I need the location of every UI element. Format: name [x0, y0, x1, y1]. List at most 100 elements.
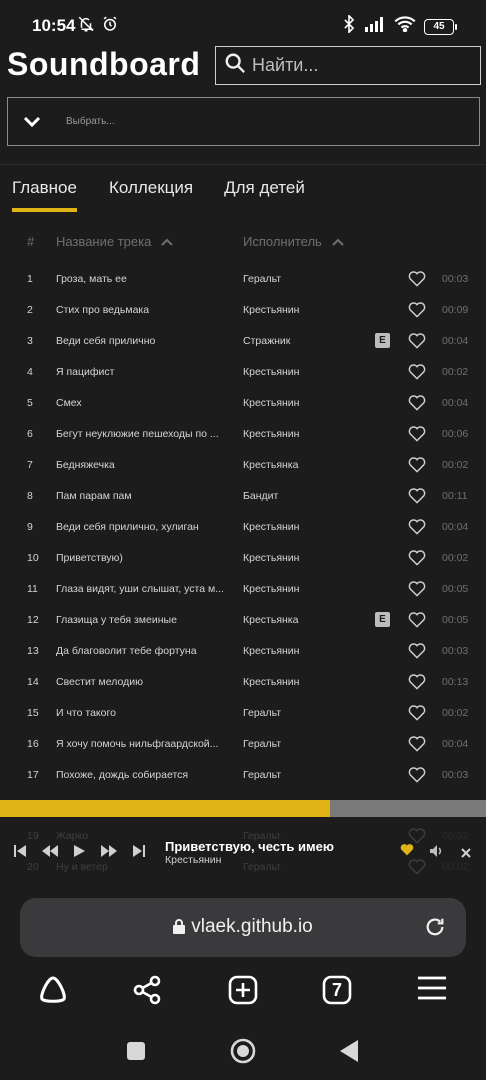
- track-artist: Крестьянин: [243, 552, 300, 564]
- search-icon: [224, 52, 246, 79]
- skip-previous-icon[interactable]: [14, 844, 26, 862]
- column-artist[interactable]: Исполнитель: [243, 234, 344, 249]
- heart-outline-icon[interactable]: [408, 394, 426, 414]
- heart-outline-icon[interactable]: [408, 766, 426, 786]
- heart-outline-icon[interactable]: [408, 549, 426, 569]
- share-icon[interactable]: [132, 975, 162, 1010]
- playback-progress[interactable]: [0, 800, 486, 817]
- track-row[interactable]: 11 Глаза видят, уши слышат, уста м... Крес…: [0, 574, 486, 605]
- track-row[interactable]: 13 Да благоволит тебе фортуна Крестьянин 00…: [0, 636, 486, 667]
- track-row[interactable]: 10 Приветствую) Крестьянин 00:02: [0, 543, 486, 574]
- heart-outline-icon[interactable]: [408, 301, 426, 321]
- track-title: Похоже, дождь собирается: [56, 769, 189, 781]
- track-artist: Крестьянин: [243, 583, 300, 595]
- heart-outline-icon[interactable]: [408, 642, 426, 662]
- track-title: И что такого: [56, 707, 116, 719]
- heart-outline-icon[interactable]: [408, 425, 426, 445]
- fast-forward-icon[interactable]: [101, 844, 117, 862]
- heart-outline-icon[interactable]: [408, 611, 426, 631]
- back-icon[interactable]: [340, 1040, 358, 1067]
- play-icon[interactable]: [74, 844, 85, 862]
- explicit-badge: E: [375, 612, 390, 627]
- track-number: 14: [27, 676, 39, 688]
- track-row[interactable]: 16 Я хочу помочь нильфгаардской... Геральт…: [0, 729, 486, 760]
- heart-outline-icon[interactable]: [408, 518, 426, 538]
- heart-outline-icon[interactable]: [408, 704, 426, 724]
- wifi-icon: [394, 16, 416, 37]
- track-row[interactable]: 12 Глазища у тебя змеиные Крестьянка E 00:05: [0, 605, 486, 636]
- track-title: Гроза, мать ее: [56, 273, 127, 285]
- tab-collection[interactable]: Коллекция: [109, 178, 193, 212]
- track-title: Да благоволит тебе фортуна: [56, 645, 197, 657]
- track-duration: 00:03: [442, 645, 469, 657]
- track-row[interactable]: 6 Бегут неуклюжие пешеходы по ... Крестьян…: [0, 419, 486, 450]
- heart-outline-icon[interactable]: [408, 580, 426, 600]
- track-duration: 00:03: [442, 273, 469, 285]
- skip-next-icon[interactable]: [133, 844, 145, 862]
- track-number: 15: [27, 707, 39, 719]
- track-number: 13: [27, 645, 39, 657]
- track-row[interactable]: 4 Я пацифист Крестьянин 00:02: [0, 357, 486, 388]
- alice-icon[interactable]: [38, 975, 68, 1008]
- track-row[interactable]: 1 Гроза, мать ее Геральт 00:03: [0, 264, 486, 295]
- track-artist: Крестьянка: [243, 459, 299, 471]
- track-row[interactable]: 5 Смех Крестьянин 00:04: [0, 388, 486, 419]
- track-title: Приветствую): [56, 552, 123, 564]
- track-duration: 00:04: [442, 335, 469, 347]
- heart-outline-icon[interactable]: [408, 270, 426, 290]
- new-tab-icon[interactable]: [228, 975, 258, 1010]
- heart-outline-icon[interactable]: [408, 673, 426, 693]
- track-number: 11: [27, 583, 38, 595]
- track-number: 5: [27, 397, 33, 409]
- track-duration: 00:02: [442, 459, 469, 471]
- explicit-badge: E: [375, 333, 390, 348]
- now-playing-title: Приветствую, честь имею: [165, 839, 334, 854]
- track-artist: Геральт: [243, 273, 282, 285]
- rewind-icon[interactable]: [42, 844, 58, 862]
- track-artist: Крестьянин: [243, 521, 300, 533]
- track-number: 1: [27, 273, 33, 285]
- signal-icon: [364, 16, 386, 37]
- track-row[interactable]: 15 И что такого Геральт 00:02: [0, 698, 486, 729]
- heart-outline-icon[interactable]: [408, 332, 426, 352]
- recents-icon[interactable]: [127, 1042, 145, 1065]
- reload-icon[interactable]: [424, 916, 446, 943]
- track-artist: Крестьянин: [243, 304, 300, 316]
- search-input[interactable]: [252, 55, 472, 76]
- track-row[interactable]: 2 Стих про ведьмака Крестьянин 00:09: [0, 295, 486, 326]
- heart-outline-icon[interactable]: [408, 456, 426, 476]
- volume-icon[interactable]: [430, 844, 444, 862]
- lock-icon: [173, 918, 186, 940]
- menu-icon[interactable]: [417, 975, 447, 1006]
- status-time: 10:54: [32, 16, 76, 35]
- track-number: 8: [27, 490, 33, 502]
- tab-main[interactable]: Главное: [12, 178, 77, 212]
- track-artist: Геральт: [243, 738, 282, 750]
- column-title[interactable]: Название трека: [56, 234, 174, 249]
- track-row[interactable]: 9 Веди себя прилично, хулиган Крестьянин 00…: [0, 512, 486, 543]
- heart-outline-icon[interactable]: [408, 487, 426, 507]
- track-row[interactable]: 3 Веди себя прилично Стражник E 00:04: [0, 326, 486, 357]
- table-header: # Название трека Исполнитель: [0, 234, 486, 252]
- track-artist: Крестьянин: [243, 645, 300, 657]
- heart-filled-icon[interactable]: [400, 843, 414, 861]
- address-bar[interactable]: vlaek.github.io: [20, 898, 466, 957]
- home-icon[interactable]: [230, 1038, 256, 1069]
- track-title: Бедняжечка: [56, 459, 115, 471]
- track-row[interactable]: 8 Пам парам пам Бандит 00:11: [0, 481, 486, 512]
- category-select[interactable]: Выбрать...: [7, 97, 480, 146]
- track-duration: 00:09: [442, 304, 469, 316]
- now-playing-artist: Крестьянин: [165, 854, 222, 866]
- track-row[interactable]: 17 Похоже, дождь собирается Геральт 00:03: [0, 760, 486, 791]
- system-navigation: [0, 1037, 486, 1067]
- search-box[interactable]: [215, 46, 481, 85]
- tabs-counter-icon[interactable]: 7: [322, 975, 352, 1010]
- heart-outline-icon[interactable]: [408, 363, 426, 383]
- tab-kids[interactable]: Для детей: [224, 178, 305, 212]
- track-artist: Геральт: [243, 769, 282, 781]
- track-artist: Геральт: [243, 707, 282, 719]
- heart-outline-icon[interactable]: [408, 735, 426, 755]
- track-row[interactable]: 14 Свестит мелодию Крестьянин 00:13: [0, 667, 486, 698]
- close-icon[interactable]: [461, 845, 471, 863]
- track-row[interactable]: 7 Бедняжечка Крестьянка 00:02: [0, 450, 486, 481]
